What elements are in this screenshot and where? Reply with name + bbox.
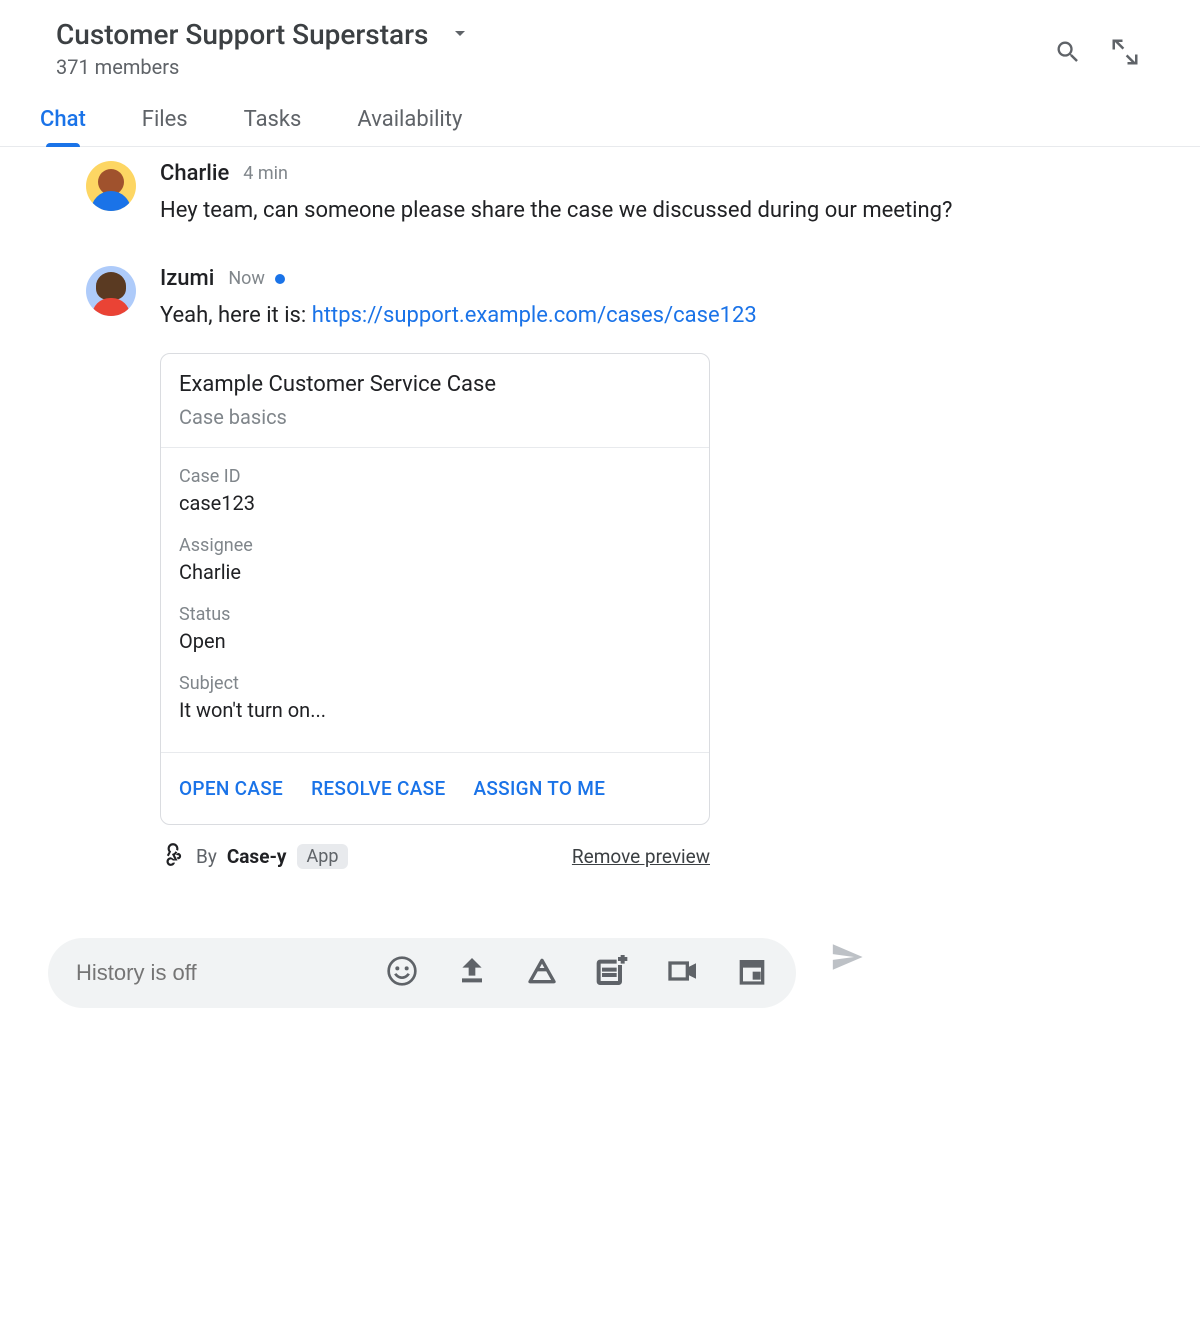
field-value: It won't turn on...	[179, 698, 691, 722]
avatar[interactable]	[86, 161, 136, 211]
sender-name: Charlie	[160, 161, 229, 186]
card-subtitle: Case basics	[179, 405, 691, 429]
message: Charlie 4 min Hey team, can someone plea…	[86, 161, 1144, 228]
assign-to-me-button[interactable]: ASSIGN TO ME	[473, 777, 605, 800]
message-text-prefix: Yeah, here it is:	[160, 303, 312, 328]
tab-availability[interactable]: Availability	[357, 107, 462, 146]
message: Izumi Now Yeah, here it is: https://supp…	[86, 266, 1144, 872]
calendar-icon[interactable]	[736, 955, 768, 991]
field-label: Assignee	[179, 535, 691, 556]
drive-icon[interactable]	[526, 955, 558, 991]
field-value: Open	[179, 629, 691, 653]
tab-chat[interactable]: Chat	[40, 107, 86, 146]
avatar[interactable]	[86, 266, 136, 316]
remove-preview-button[interactable]: Remove preview	[572, 845, 710, 868]
video-icon[interactable]	[666, 955, 698, 991]
message-text: Yeah, here it is: https://support.exampl…	[160, 299, 1144, 333]
link-preview-card: Example Customer Service Case Case basic…	[160, 353, 710, 825]
tabs: Chat Files Tasks Availability	[0, 107, 1200, 147]
case-link[interactable]: https://support.example.com/cases/case12…	[312, 303, 757, 328]
field-label: Case ID	[179, 466, 691, 487]
field-label: Subject	[179, 673, 691, 694]
document-icon[interactable]	[596, 955, 628, 991]
emoji-icon[interactable]	[386, 955, 418, 991]
unread-dot-icon	[275, 274, 285, 284]
field-value: Charlie	[179, 560, 691, 584]
member-count: 371 members	[56, 55, 472, 79]
timestamp: Now	[228, 268, 265, 289]
message-text: Hey team, can someone please share the c…	[160, 194, 1144, 228]
by-label: By	[196, 845, 217, 868]
chevron-down-icon[interactable]	[448, 21, 472, 49]
timestamp: 4 min	[243, 163, 288, 184]
tab-tasks[interactable]: Tasks	[244, 107, 302, 146]
send-button[interactable]	[830, 940, 864, 978]
tab-files[interactable]: Files	[142, 107, 188, 146]
collapse-icon[interactable]	[1110, 37, 1140, 71]
open-case-button[interactable]: OPEN CASE	[179, 777, 283, 800]
resolve-case-button[interactable]: RESOLVE CASE	[311, 777, 445, 800]
webhook-icon	[160, 841, 186, 872]
upload-icon[interactable]	[456, 955, 488, 991]
app-badge: App	[297, 844, 349, 869]
field-value: case123	[179, 491, 691, 515]
field-label: Status	[179, 604, 691, 625]
composer	[48, 938, 796, 1008]
message-input[interactable]	[76, 960, 364, 986]
sender-name: Izumi	[160, 266, 214, 291]
search-icon[interactable]	[1054, 38, 1082, 70]
app-name: Case-y	[227, 845, 287, 868]
card-title: Example Customer Service Case	[179, 372, 691, 397]
room-title[interactable]: Customer Support Superstars	[56, 18, 428, 51]
